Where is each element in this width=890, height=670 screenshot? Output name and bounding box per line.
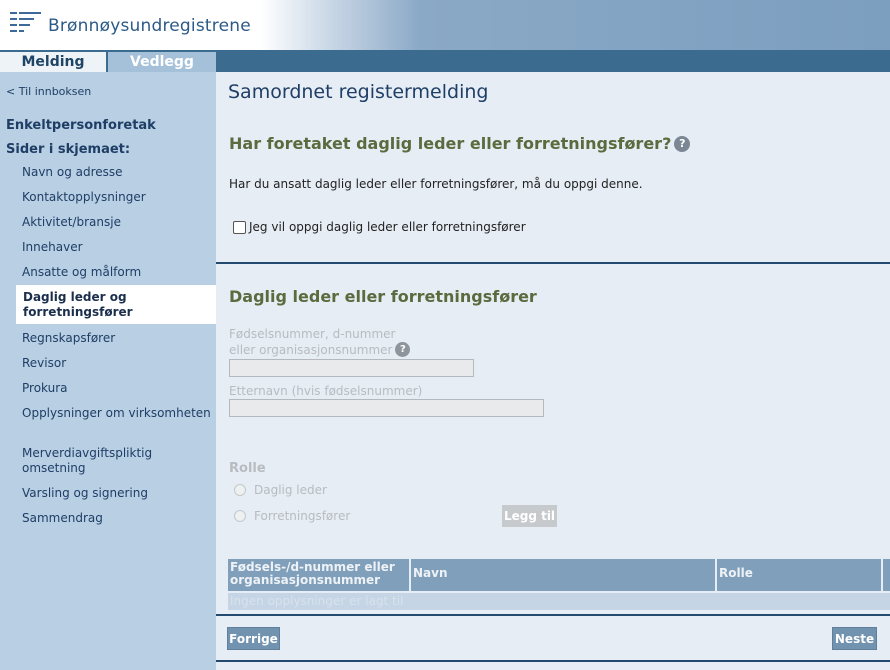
- role-option-daglig-leder[interactable]: Daglig leder: [234, 483, 327, 497]
- section-heading: Daglig leder eller forretningsfører: [229, 287, 537, 306]
- sidebar: < Til innboksen Enkeltpersonforetak Side…: [0, 72, 216, 670]
- table-header: Fødsels-/d-nummer eller organisasjonsnum…: [228, 559, 890, 591]
- column-header-id: Fødsels-/d-nummer eller organisasjonsnum…: [228, 559, 411, 591]
- role-option-forretningsforer[interactable]: Forretningsfører: [234, 509, 350, 523]
- tab-bar: Melding Vedlegg: [0, 50, 890, 72]
- role-label-forretningsforer: Forretningsfører: [254, 509, 351, 523]
- section-divider: [216, 262, 890, 264]
- sidebar-item-innehaver[interactable]: Innehaver: [22, 240, 212, 255]
- role-heading: Rolle: [229, 461, 266, 476]
- id-number-label-line2: eller organisasjonsnummer?: [229, 342, 411, 358]
- sidebar-item-aktivitet-bransje[interactable]: Aktivitet/bransje: [22, 215, 212, 230]
- org-type-heading: Enkeltpersonforetak: [6, 118, 156, 133]
- sidebar-item-revisor[interactable]: Revisor: [22, 356, 212, 371]
- question-heading-text: Har foretaket daglig leder eller forretn…: [229, 134, 672, 153]
- role-radio-forretningsforer[interactable]: [234, 510, 246, 522]
- sidebar-item-kontaktopplysninger[interactable]: Kontaktopplysninger: [22, 190, 212, 205]
- sidebar-item-merverdiavgiftspliktig-omsetning[interactable]: Merverdiavgiftspliktig omsetning: [22, 446, 212, 476]
- tab-vedlegg[interactable]: Vedlegg: [108, 52, 216, 72]
- id-number-label: Fødselsnummer, d-nummer eller organisasj…: [229, 327, 411, 358]
- footer-line: [216, 660, 890, 662]
- provide-manager-checkbox[interactable]: [233, 220, 246, 234]
- page-title: Samordnet registermelding: [228, 81, 489, 103]
- tab-melding[interactable]: Melding: [0, 52, 106, 72]
- id-help-icon[interactable]: ?: [395, 342, 411, 357]
- surname-input[interactable]: [229, 399, 544, 417]
- sidebar-item-sammendrag[interactable]: Sammendrag: [22, 511, 212, 526]
- bottom-divider: [216, 614, 890, 616]
- back-to-inbox-link[interactable]: < Til innboksen: [6, 85, 91, 98]
- main-content: Samordnet registermelding Har foretaket …: [216, 72, 890, 670]
- surname-label: Etternavn (hvis fødselsnummer): [229, 384, 423, 398]
- brand-name: Brønnøysundregistrene: [48, 16, 251, 36]
- sidebar-item-daglig-leder[interactable]: Daglig leder og forretningsfører: [16, 285, 216, 324]
- id-number-input[interactable]: [229, 359, 474, 377]
- pages-heading: Sider i skjemaet:: [6, 142, 131, 157]
- next-button[interactable]: Neste: [832, 627, 877, 650]
- bronnoysund-logo-icon: [10, 10, 42, 34]
- previous-button[interactable]: Forrige: [227, 627, 280, 650]
- id-number-label-line1: Fødselsnummer, d-nummer: [229, 327, 396, 341]
- provide-manager-checkbox-row[interactable]: Jeg vil oppgi daglig leder eller forretn…: [233, 220, 526, 234]
- provide-manager-checkbox-label: Jeg vil oppgi daglig leder eller forretn…: [249, 220, 526, 234]
- help-icon[interactable]: ?: [674, 136, 691, 152]
- role-label-daglig-leder: Daglig leder: [254, 483, 327, 497]
- role-radio-daglig-leder[interactable]: [234, 484, 246, 496]
- sidebar-item-ansatte-og-malform[interactable]: Ansatte og målform: [22, 265, 212, 280]
- sidebar-item-prokura[interactable]: Prokura: [22, 381, 212, 396]
- question-text: Har du ansatt daglig leder eller forretn…: [229, 177, 643, 191]
- table-empty-row: Ingen opplysninger er lagt til: [228, 593, 890, 610]
- add-button[interactable]: Legg til: [502, 505, 557, 527]
- sidebar-item-navn-og-adresse[interactable]: Navn og adresse: [22, 165, 212, 180]
- question-heading: Har foretaket daglig leder eller forretn…: [229, 134, 691, 153]
- column-header-rolle: Rolle: [717, 559, 883, 591]
- sidebar-item-opplysninger-om-virksomheten[interactable]: Opplysninger om virksomheten: [22, 406, 212, 421]
- column-header-navn: Navn: [411, 559, 717, 591]
- site-header: Brønnøysundregistrene: [0, 0, 890, 50]
- sidebar-item-regnskapsforer[interactable]: Regnskapsfører: [22, 331, 212, 346]
- sidebar-item-varsling-og-signering[interactable]: Varsling og signering: [22, 486, 212, 501]
